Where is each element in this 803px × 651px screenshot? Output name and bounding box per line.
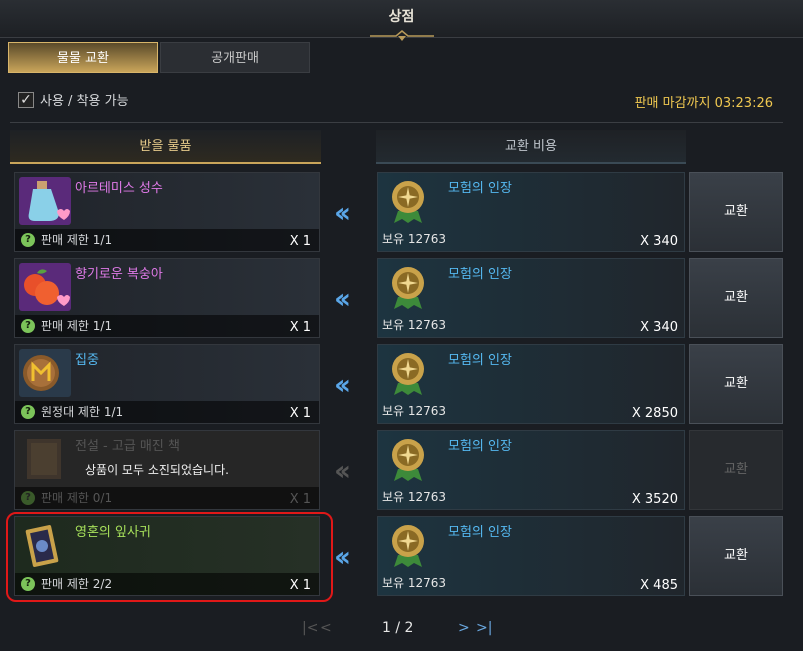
receive-item[interactable]: 아르테미스 성수 ? 판매 제한 1/1 X 1 — [14, 172, 320, 252]
item-name: 전설 - 고급 매진 책 — [75, 439, 180, 454]
owned-count: 보유 12763 — [382, 404, 447, 418]
owned-count: 보유 12763 — [382, 232, 447, 246]
item-quantity: X 1 — [289, 234, 311, 249]
owned-count: 보유 12763 — [382, 318, 447, 332]
potion-icon — [19, 177, 71, 225]
usable-filter[interactable]: ✓ 사용 / 착용 가능 — [18, 90, 129, 109]
cost-amount: X 340 — [640, 234, 678, 249]
page-indicator: 1 / 2 — [382, 620, 414, 636]
cost-amount: X 3520 — [631, 492, 678, 507]
double-left-arrow-icon: ‹‹ — [334, 196, 351, 229]
adventure-seal-icon — [392, 525, 424, 567]
double-left-arrow-icon: ‹‹ — [334, 368, 351, 401]
cost-item[interactable]: 모험의 인장 보유 12763 X 485 — [377, 516, 685, 596]
double-left-arrow-icon: ‹‹ — [334, 454, 351, 487]
item-footer: ? 판매 제한 1/1 — [15, 229, 319, 251]
exchange-row-sold-out: 전설 - 고급 매진 책 상품이 모두 소진되었습니다. ? 판매 제한 0/1… — [0, 430, 803, 512]
cost-name: 모험의 인장 — [448, 525, 512, 540]
window-titlebar: 상점 — [0, 0, 803, 41]
usable-checkbox[interactable]: ✓ — [18, 91, 34, 108]
help-icon: ? — [21, 491, 35, 505]
book-icon — [27, 439, 61, 479]
owned-count: 보유 12763 — [382, 490, 447, 504]
divider — [10, 122, 783, 123]
tab-public-sale[interactable]: 공개판매 — [160, 42, 310, 73]
receive-item[interactable]: 향기로운 복숭아 ? 판매 제한 1/1 X 1 — [14, 258, 320, 338]
exchange-button[interactable]: 교환 — [689, 516, 783, 596]
item-footer: ? 판매 제한 1/1 — [15, 315, 319, 337]
exchange-button[interactable]: 교환 — [689, 344, 783, 424]
adventure-seal-icon — [392, 181, 424, 223]
item-quantity: X 1 — [289, 320, 311, 335]
pagination: |< < 1 / 2 > >| — [0, 618, 803, 642]
help-icon[interactable]: ? — [21, 405, 35, 419]
cost-name: 모험의 인장 — [448, 439, 512, 454]
sold-out-message: 상품이 모두 소진되었습니다. — [85, 463, 229, 477]
cost-name: 모험의 인장 — [448, 353, 512, 368]
exchange-row: 향기로운 복숭아 ? 판매 제한 1/1 X 1 ‹‹ 모험의 인장 보유 12… — [0, 258, 803, 340]
cost-column-header: 교환 비용 — [376, 130, 686, 164]
usable-filter-label: 사용 / 착용 가능 — [40, 94, 129, 109]
next-page-button[interactable]: > — [458, 620, 470, 636]
adventure-seal-icon — [392, 439, 424, 481]
tab-bar: 물물 교환 공개판매 — [8, 42, 312, 73]
cost-item[interactable]: 모험의 인장 보유 12763 X 340 — [377, 172, 685, 252]
purchase-limit: 원정대 제한 1/1 — [41, 405, 124, 419]
exchange-row: 집중 ? 원정대 제한 1/1 X 1 ‹‹ 모험의 인장 보유 12763 X… — [0, 344, 803, 426]
tab-barter[interactable]: 물물 교환 — [8, 42, 158, 73]
purchase-limit: 판매 제한 1/1 — [41, 233, 113, 247]
item-name: 향기로운 복숭아 — [75, 267, 163, 282]
cost-amount: X 2850 — [631, 406, 678, 421]
item-name: 집중 — [75, 353, 99, 368]
cost-name: 모험의 인장 — [448, 267, 512, 282]
help-icon[interactable]: ? — [21, 319, 35, 333]
exchange-row: 아르테미스 성수 ? 판매 제한 1/1 X 1 ‹‹ 모험의 인장 보유 12… — [0, 172, 803, 254]
cost-item[interactable]: 모험의 인장 보유 12763 X 340 — [377, 258, 685, 338]
double-left-arrow-icon: ‹‹ — [334, 282, 351, 315]
item-footer: ? 판매 제한 0/1 — [15, 487, 319, 509]
prev-page-button[interactable]: < — [320, 620, 332, 636]
help-icon[interactable]: ? — [21, 233, 35, 247]
cost-item[interactable]: 모험의 인장 보유 12763 X 3520 — [377, 430, 685, 510]
window-title: 상점 — [388, 9, 415, 25]
double-left-arrow-icon: ‹‹ — [334, 540, 351, 573]
cost-amount: X 340 — [640, 320, 678, 335]
rune-icon — [19, 349, 71, 397]
purchase-limit: 판매 제한 0/1 — [41, 491, 113, 505]
peach-icon — [19, 263, 71, 311]
first-page-button[interactable]: |< — [302, 620, 318, 636]
cost-amount: X 485 — [640, 578, 678, 593]
ornament-icon — [370, 30, 434, 41]
receive-item[interactable]: 집중 ? 원정대 제한 1/1 X 1 — [14, 344, 320, 424]
item-quantity: X 1 — [289, 492, 311, 507]
adventure-seal-icon — [392, 267, 424, 309]
adventure-seal-icon — [392, 353, 424, 395]
last-page-button[interactable]: >| — [476, 620, 492, 636]
item-footer: ? 원정대 제한 1/1 — [15, 401, 319, 423]
receive-item: 전설 - 고급 매진 책 상품이 모두 소진되었습니다. ? 판매 제한 0/1… — [14, 430, 320, 510]
purchase-limit: 판매 제한 1/1 — [41, 319, 113, 333]
receive-column-header: 받을 물품 — [10, 130, 321, 164]
owned-count: 보유 12763 — [382, 576, 447, 590]
highlight-outline — [6, 512, 333, 602]
exchange-button[interactable]: 교환 — [689, 258, 783, 338]
cost-item[interactable]: 모험의 인장 보유 12763 X 2850 — [377, 344, 685, 424]
sale-deadline: 판매 마감까지 03:23:26 — [634, 96, 773, 111]
item-name: 아르테미스 성수 — [75, 181, 163, 196]
exchange-button[interactable]: 교환 — [689, 172, 783, 252]
exchange-row: 영혼의 잎사귀 ? 판매 제한 2/2 X 1 ‹‹ 모험의 인장 보유 127… — [0, 512, 803, 602]
exchange-button-disabled: 교환 — [689, 430, 783, 510]
item-quantity: X 1 — [289, 406, 311, 421]
cost-name: 모험의 인장 — [448, 181, 512, 196]
